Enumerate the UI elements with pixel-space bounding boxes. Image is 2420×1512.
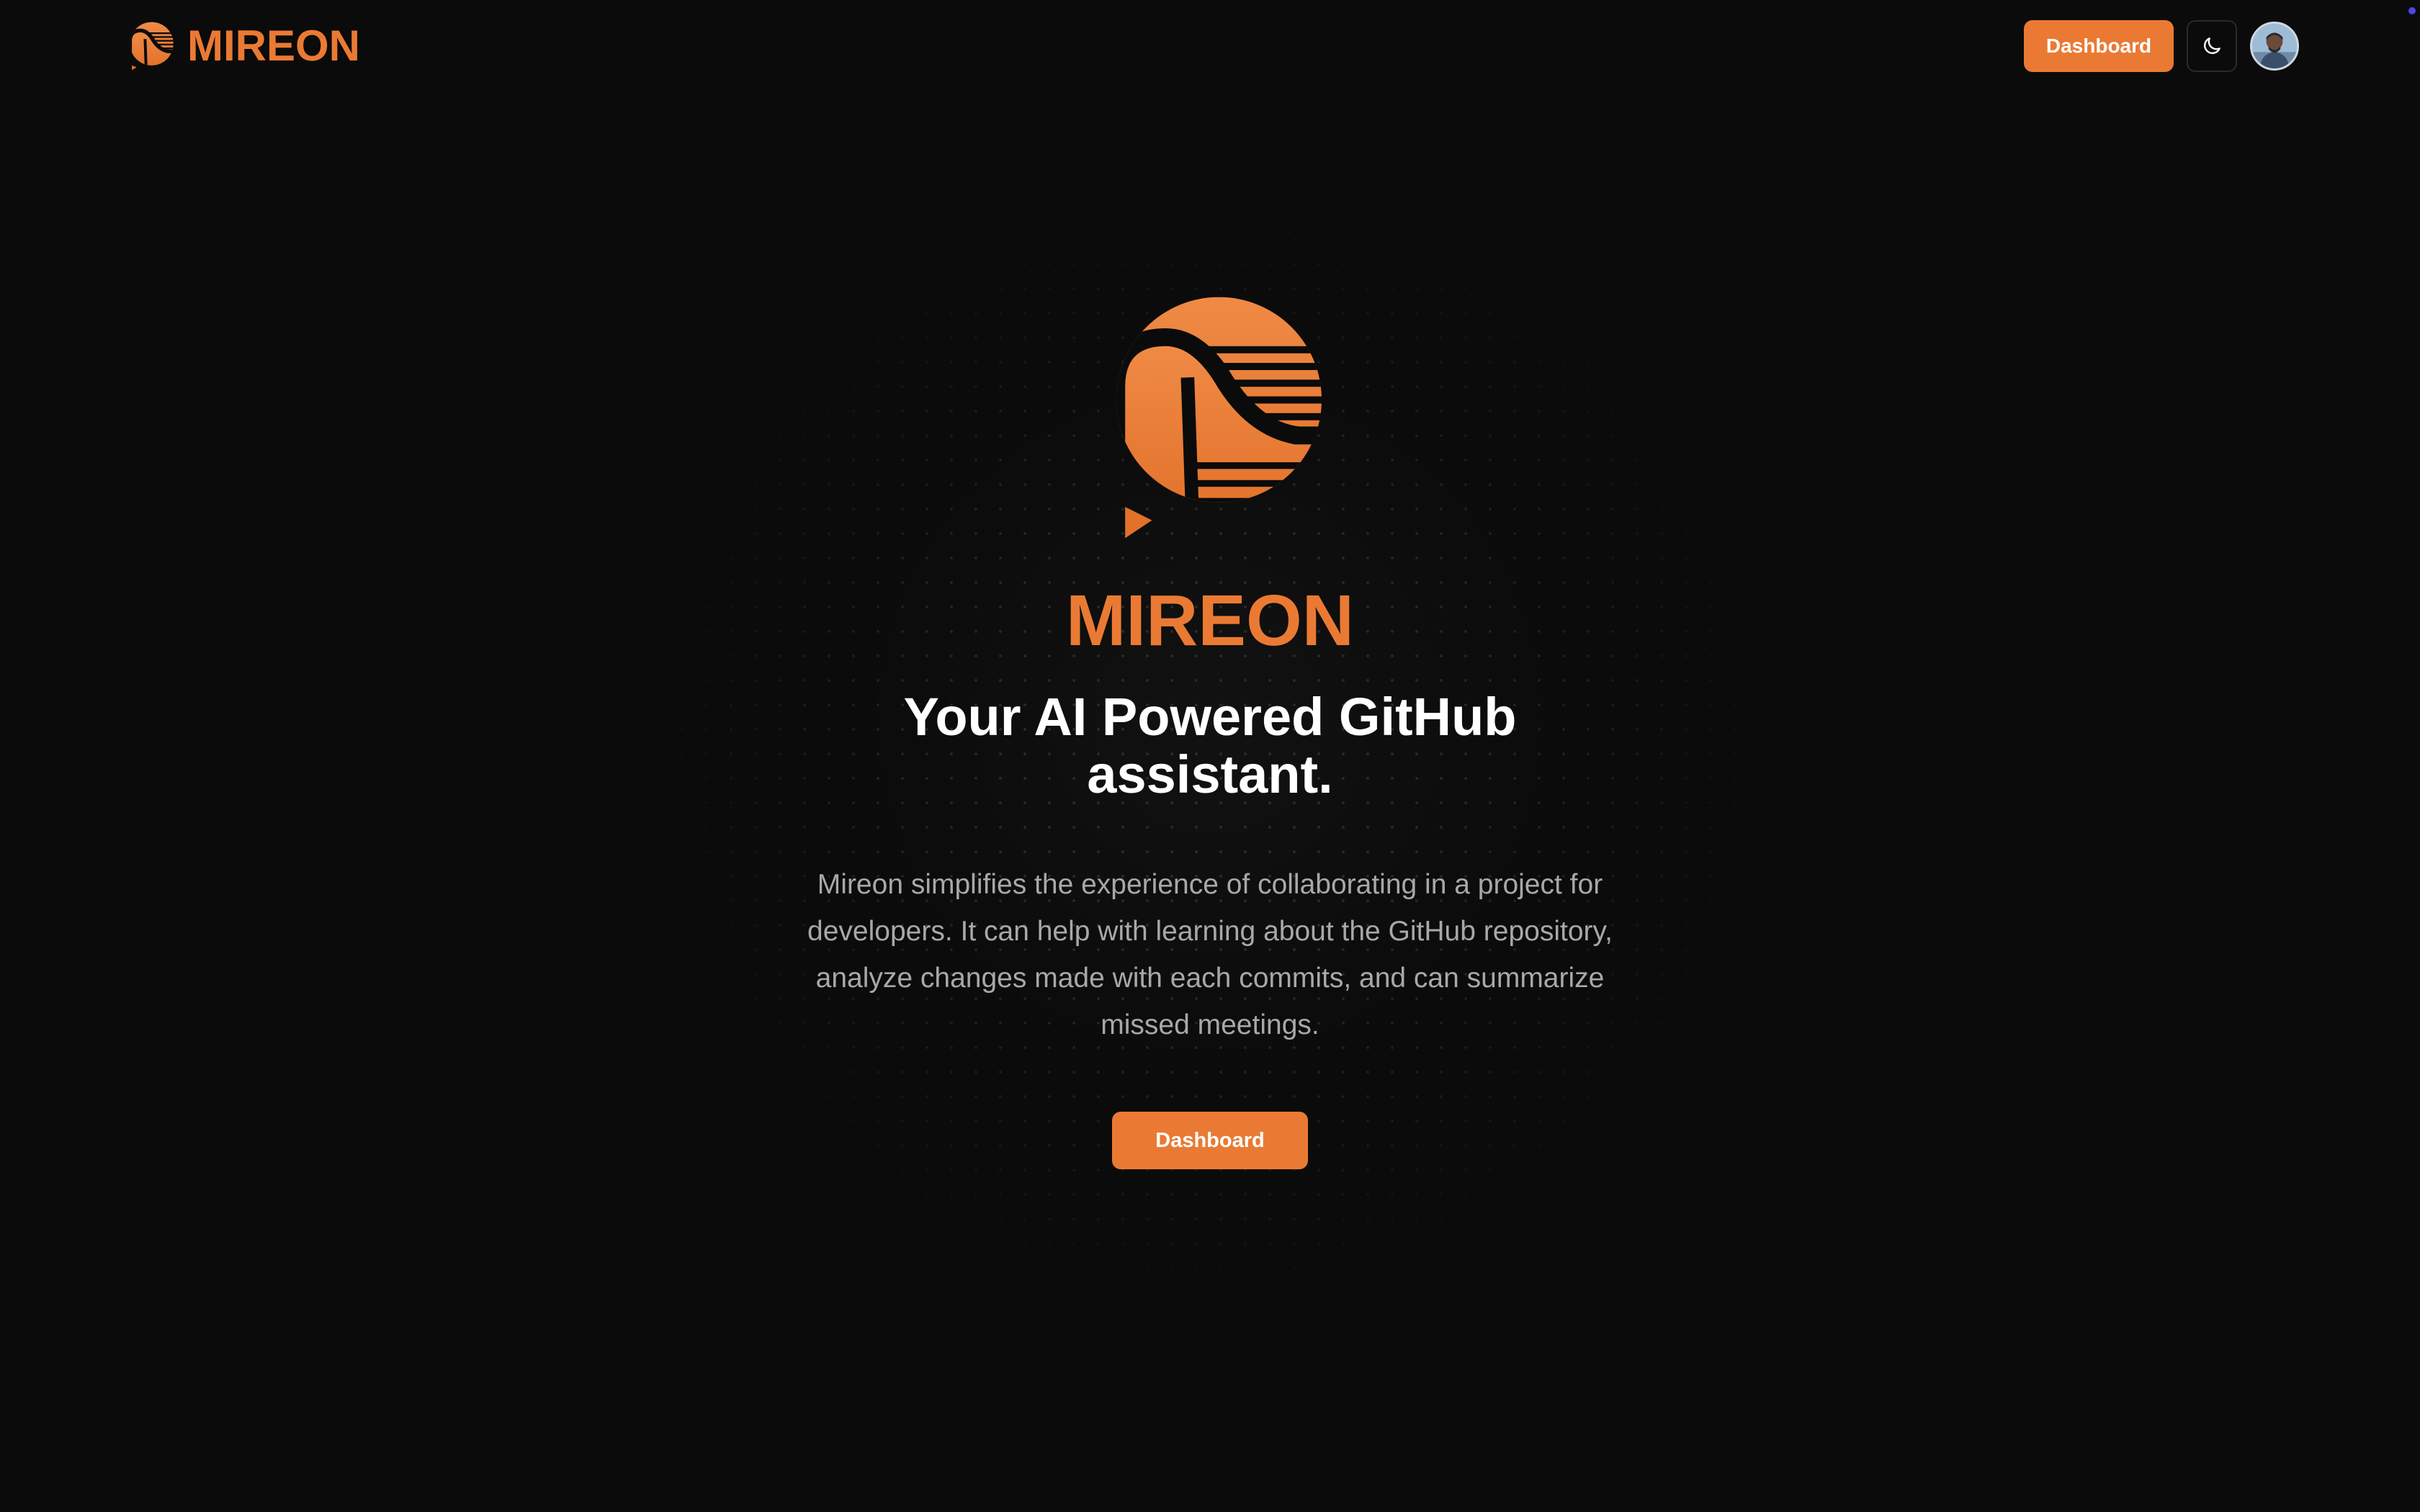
moon-icon [2204, 37, 2220, 54]
hero-description: Mireon simplifies the experience of coll… [807, 869, 1613, 1040]
avatar-image [2252, 24, 2297, 68]
header-actions: Dashboard [2024, 20, 2299, 72]
landing-page: MIREON Dashboard MIREON Your AI Powered … [0, 0, 2420, 1512]
hero-brand-name: MIREON [1066, 580, 1354, 661]
hero-dashboard-button[interactable]: Dashboard [1112, 1112, 1308, 1169]
header-dashboard-button[interactable]: Dashboard [2024, 20, 2174, 72]
hero-tagline: Your AI Powered GitHub assistant. [903, 687, 1517, 804]
hero-section: MIREON Your AI Powered GitHub assistant.… [0, 288, 2420, 1169]
user-avatar[interactable] [2250, 22, 2299, 71]
status-indicator-dot [2408, 7, 2416, 14]
mireon-logo-icon [1116, 297, 1322, 539]
mireon-logo-icon [130, 22, 174, 71]
brand-name: MIREON [187, 22, 360, 70]
brand-home-link[interactable]: MIREON [125, 19, 360, 73]
top-navbar: MIREON Dashboard [0, 0, 2420, 92]
theme-toggle-button[interactable] [2187, 20, 2237, 72]
